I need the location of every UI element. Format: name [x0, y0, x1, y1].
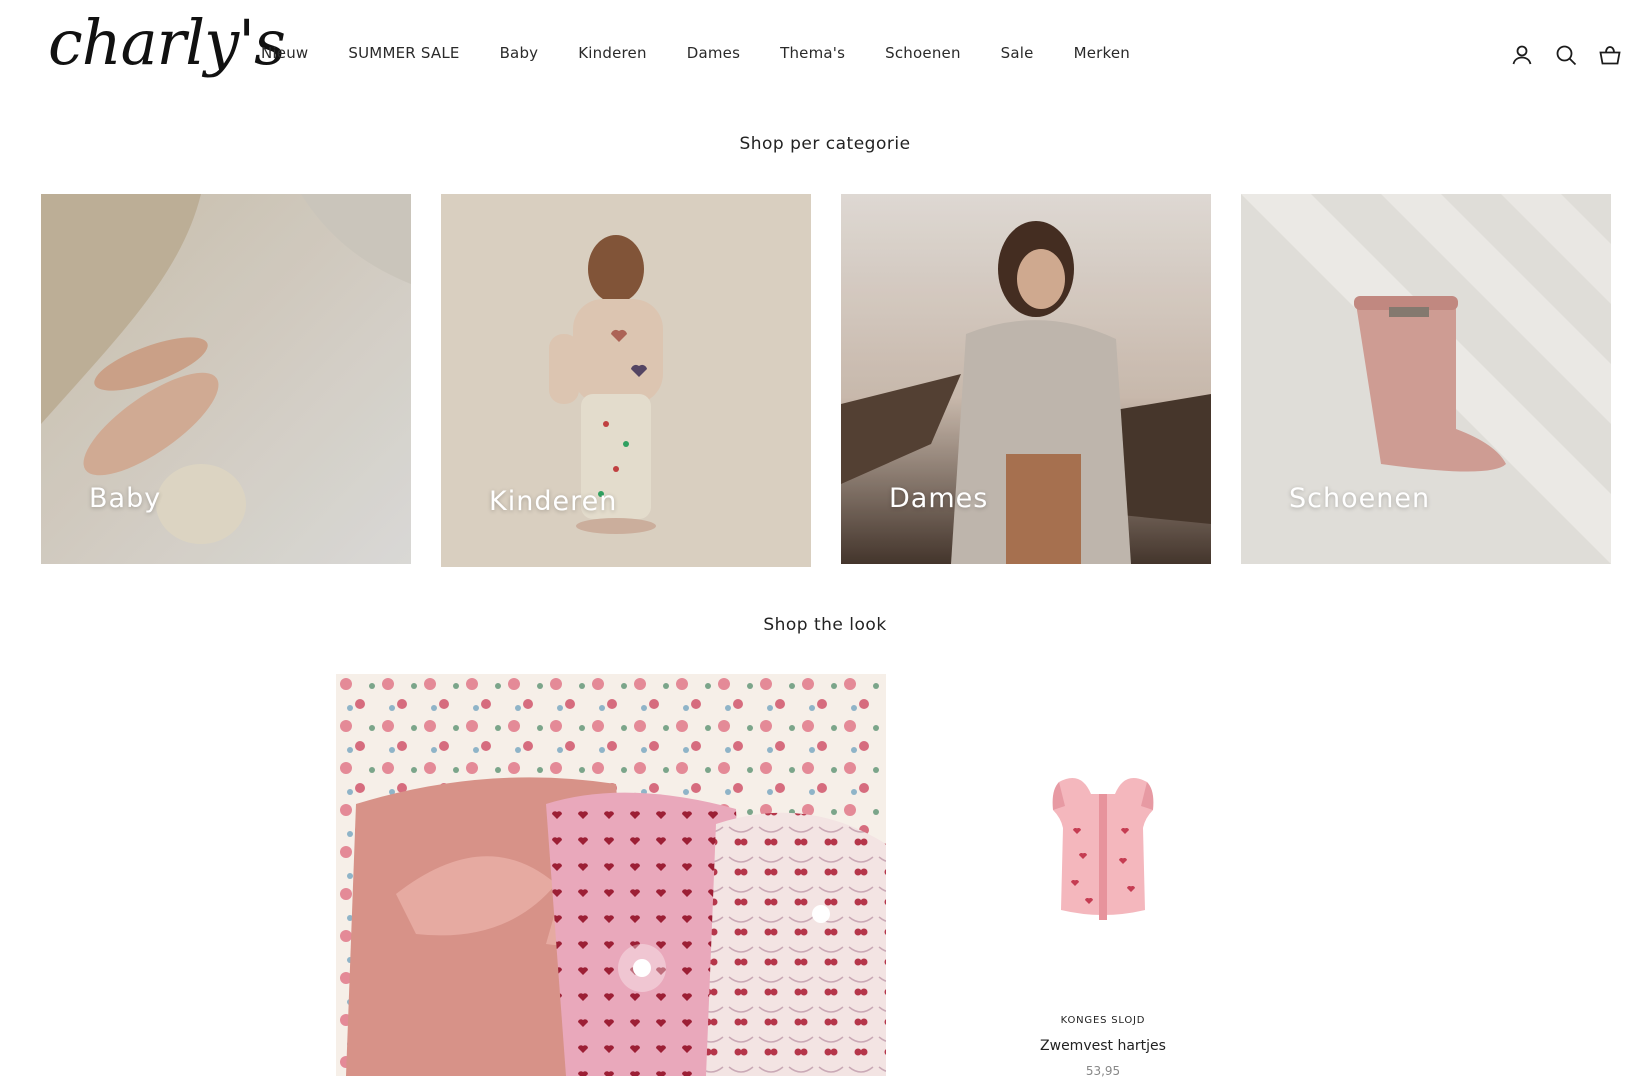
- floral-swim-vests-photo: [336, 674, 886, 1076]
- category-card-baby[interactable]: Baby: [41, 194, 411, 564]
- nav-item-schoenen[interactable]: Schoenen: [885, 44, 961, 62]
- category-grid: Baby Kinderen Dames Schoenen: [41, 194, 1611, 567]
- category-label-kinderen: Kinderen: [489, 486, 618, 517]
- header-icons: [1510, 43, 1622, 67]
- nav-item-summer-sale[interactable]: SUMMER SALE: [348, 44, 459, 62]
- nav-item-merken[interactable]: Merken: [1074, 44, 1130, 62]
- cart-icon[interactable]: [1598, 43, 1622, 67]
- site-header: charly's Nieuw SUMMER SALE Baby Kinderen…: [0, 0, 1650, 112]
- category-section-title: Shop per categorie: [739, 134, 911, 154]
- shop-the-look-image: [336, 674, 886, 1076]
- look-hotspot-1[interactable]: [618, 944, 666, 992]
- category-label-schoenen: Schoenen: [1289, 483, 1431, 514]
- category-card-kinderen[interactable]: Kinderen: [441, 194, 811, 567]
- nav-item-nieuw[interactable]: Nieuw: [261, 44, 308, 62]
- nav-item-themas[interactable]: Thema's: [780, 44, 845, 62]
- product-image: [1052, 778, 1154, 920]
- category-card-schoenen[interactable]: Schoenen: [1241, 194, 1611, 564]
- product-brand: KONGES SLOJD: [1060, 1015, 1146, 1026]
- nav-item-kinderen[interactable]: Kinderen: [578, 44, 646, 62]
- account-icon[interactable]: [1510, 43, 1534, 67]
- product-name[interactable]: Zwemvest hartjes: [1003, 1038, 1203, 1054]
- site-logo[interactable]: charly's: [48, 12, 286, 74]
- nav-item-dames[interactable]: Dames: [687, 44, 740, 62]
- look-section-title: Shop the look: [763, 615, 887, 635]
- category-label-baby: Baby: [89, 483, 162, 514]
- search-icon[interactable]: [1554, 43, 1578, 67]
- category-card-dames[interactable]: Dames: [841, 194, 1211, 564]
- category-label-dames: Dames: [889, 483, 989, 514]
- nav-item-baby[interactable]: Baby: [500, 44, 539, 62]
- nav-item-sale[interactable]: Sale: [1001, 44, 1034, 62]
- main-nav: Nieuw SUMMER SALE Baby Kinderen Dames Th…: [261, 44, 1170, 62]
